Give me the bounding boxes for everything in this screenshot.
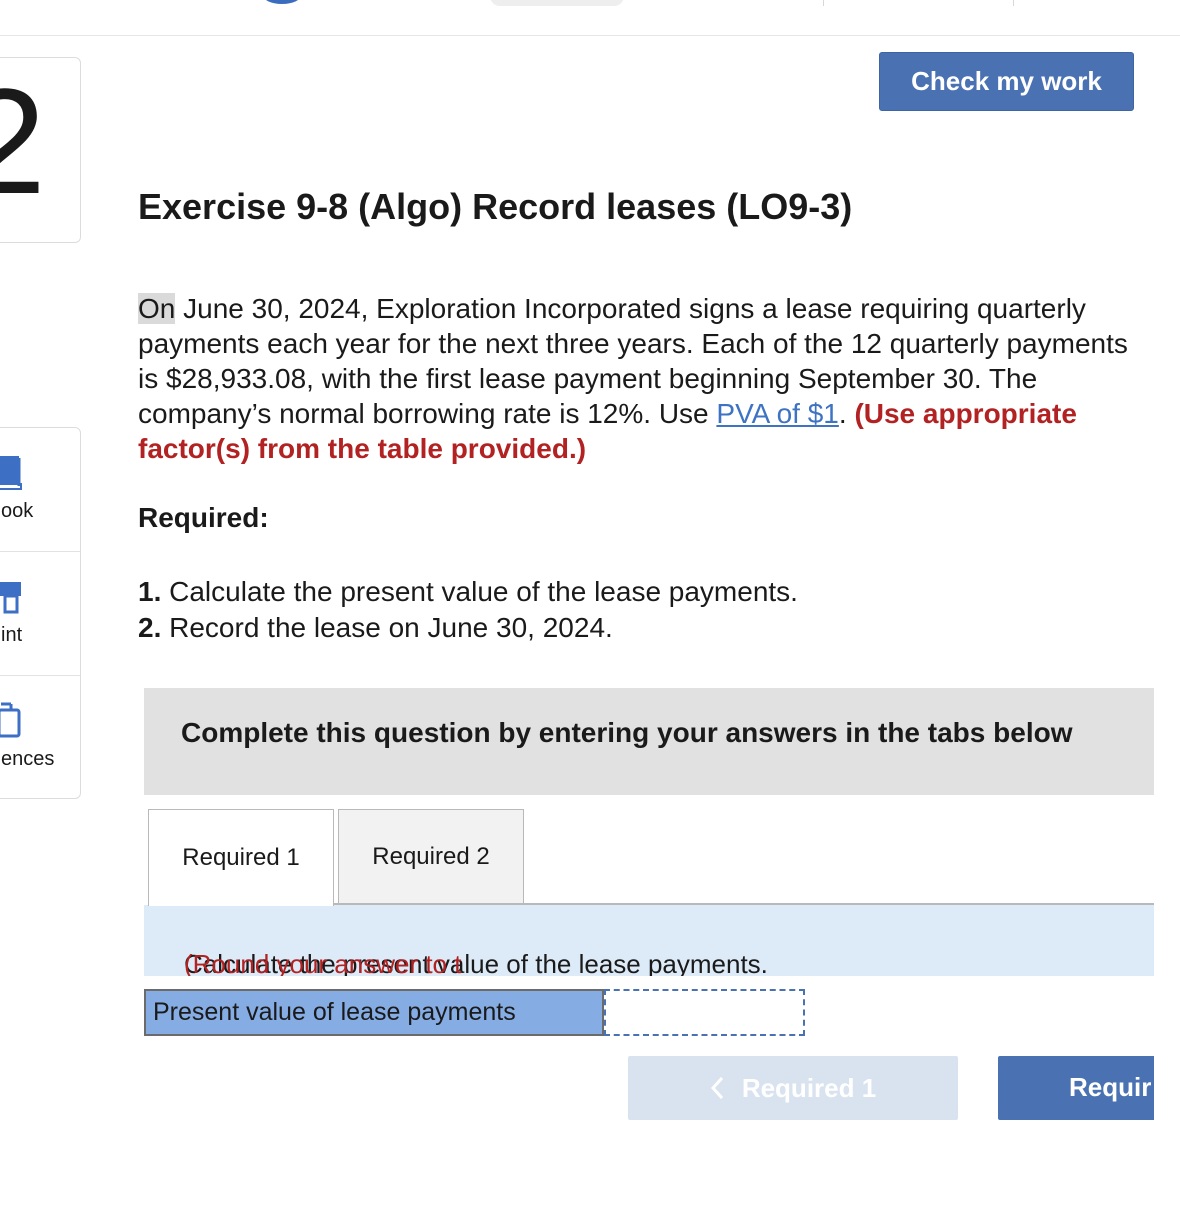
question-number: 2 (0, 66, 46, 216)
required-item: 1. Calculate the present value of the le… (138, 574, 798, 610)
tool-label: ences (1, 748, 55, 770)
print-icon (0, 582, 21, 614)
rounding-note: (Round your answer to t (184, 949, 462, 976)
tool-label: ook (1, 500, 34, 522)
pva-table-link[interactable]: PVA of $1 (716, 398, 838, 429)
required-heading: Required: (138, 502, 269, 533)
ebook-icon (0, 456, 22, 490)
previous-tab-button[interactable]: Required 1 (628, 1056, 958, 1120)
references-icon (0, 702, 21, 738)
present-value-label: Present value of lease payments (144, 989, 604, 1036)
top-progress-strip (0, 0, 1180, 36)
strip-divider (823, 0, 824, 6)
required-list: 1. Calculate the present value of the le… (138, 574, 798, 646)
panel-instruction-bar: Calculate the present value of the lease… (144, 905, 1154, 976)
required-item-text: Record the lease on June 30, 2024. (161, 612, 613, 643)
question-number-card: 2 (0, 57, 81, 243)
tool-references[interactable]: ences (0, 676, 80, 798)
tool-print[interactable]: int (0, 552, 80, 676)
next-tab-label: Requir (1069, 1072, 1152, 1102)
tools-panel: ook int ences (0, 427, 81, 799)
required-item-number: 1. (138, 576, 162, 607)
problem-text-punct: . (838, 398, 855, 429)
exercise-title: Exercise 9-8 (Algo) Record leases (LO9-3… (138, 186, 853, 227)
tool-ebook[interactable]: ook (0, 428, 80, 552)
progress-indicator-dot (262, 0, 302, 4)
tab-required-1[interactable]: Required 1 (148, 809, 334, 906)
chevron-left-icon (710, 1076, 723, 1100)
required-item-number: 2. (138, 612, 162, 643)
check-my-work-button[interactable]: Check my work (879, 52, 1134, 111)
present-value-input[interactable] (604, 989, 805, 1036)
required-item-text: Calculate the present value of the lease… (161, 576, 798, 607)
strip-divider (1013, 0, 1014, 6)
required-item: 2. Record the lease on June 30, 2024. (138, 610, 798, 646)
next-tab-button[interactable]: Requir (998, 1056, 1154, 1120)
problem-statement: On June 30, 2024, Exploration Incorporat… (138, 291, 1148, 466)
tab-required-2[interactable]: Required 2 (338, 809, 524, 905)
previous-tab-label: Required 1 (741, 1072, 877, 1103)
tabs-instructions-bar: Complete this question by entering your … (144, 688, 1154, 795)
highlighted-word: On (138, 293, 176, 324)
tool-label: int (1, 624, 23, 646)
progress-pill (490, 0, 624, 6)
tabs-instructions-text: Complete this question by entering your … (181, 717, 1073, 748)
